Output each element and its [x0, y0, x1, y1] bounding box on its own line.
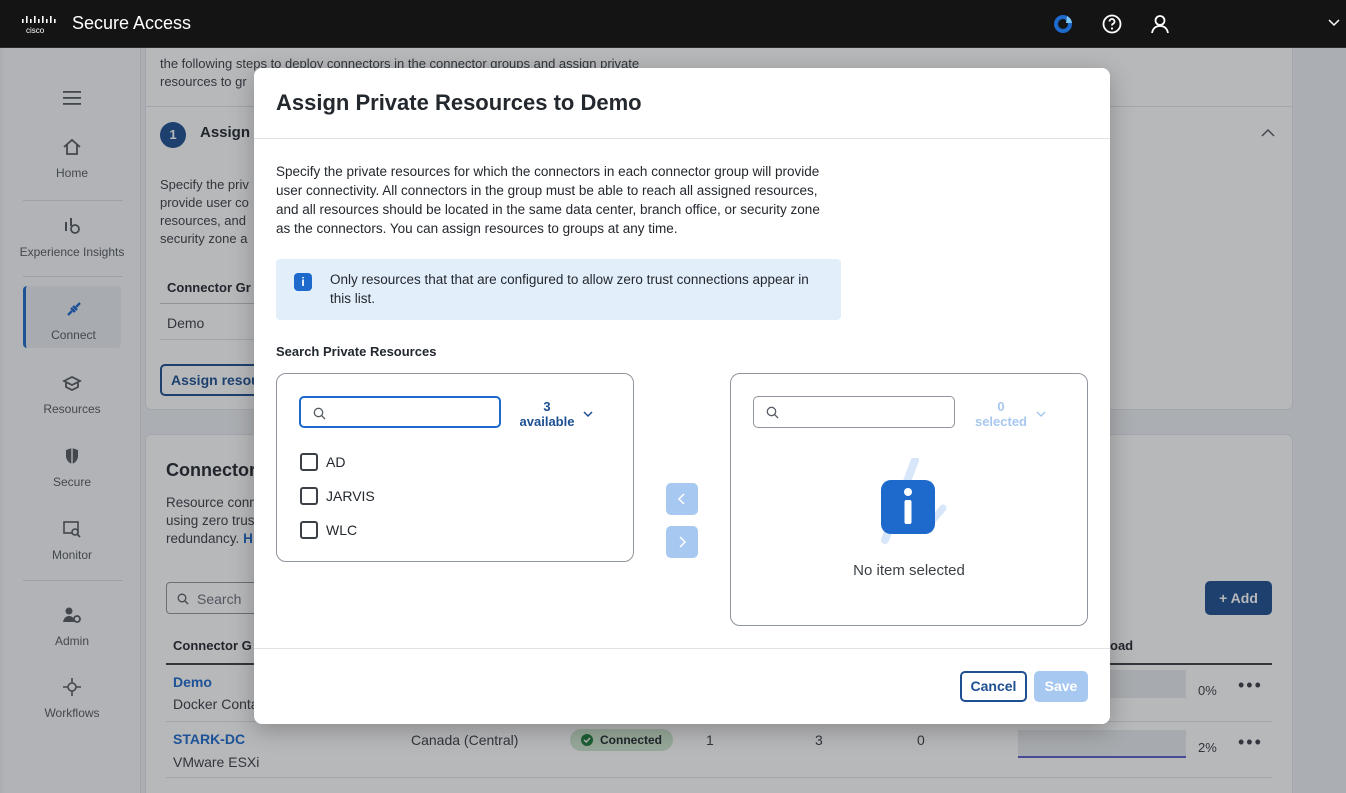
- app-title: Secure Access: [72, 13, 192, 33]
- available-count[interactable]: 3 available: [513, 399, 581, 429]
- available-resources-pane: 3 available AD JARVIS WLC: [276, 373, 634, 562]
- top-bar: cisco Secure Access: [0, 0, 1346, 48]
- user-icon[interactable]: [1148, 12, 1172, 36]
- selected-search-input[interactable]: [753, 396, 955, 428]
- dialog-title: Assign Private Resources to Demo: [276, 90, 642, 115]
- search-icon: [766, 406, 779, 419]
- info-icon: i: [294, 273, 312, 291]
- move-left-button[interactable]: [666, 483, 698, 515]
- info-banner: i Only resources that that are configure…: [276, 259, 841, 320]
- chevron-down-icon[interactable]: [1326, 14, 1342, 30]
- empty-state-info-icon: [881, 458, 947, 544]
- empty-state-text: No item selected: [853, 562, 965, 579]
- chevron-left-icon: [677, 493, 685, 505]
- cisco-logo: cisco: [22, 16, 56, 35]
- help-icon[interactable]: [1100, 12, 1124, 36]
- svg-text:cisco: cisco: [26, 26, 45, 35]
- cancel-button[interactable]: Cancel: [960, 671, 1027, 702]
- save-button[interactable]: Save: [1034, 671, 1088, 702]
- search-label: Search Private Resources: [276, 344, 437, 359]
- selected-resources-pane: 0 selected No item selected: [730, 373, 1088, 626]
- assign-resources-dialog: Assign Private Resources to Demo Specify…: [254, 68, 1110, 724]
- chevron-down-icon[interactable]: [1035, 408, 1047, 420]
- dialog-description: Specify the private resources for which …: [276, 164, 820, 236]
- available-search-input[interactable]: [299, 396, 501, 428]
- move-right-button[interactable]: [666, 526, 698, 558]
- search-icon: [313, 407, 326, 420]
- app-status-icon[interactable]: [1051, 12, 1075, 36]
- selected-count[interactable]: 0 selected: [967, 399, 1035, 429]
- info-text: Only resources that that are configured …: [330, 272, 809, 306]
- chevron-down-icon[interactable]: [582, 408, 594, 420]
- chevron-right-icon: [679, 536, 687, 548]
